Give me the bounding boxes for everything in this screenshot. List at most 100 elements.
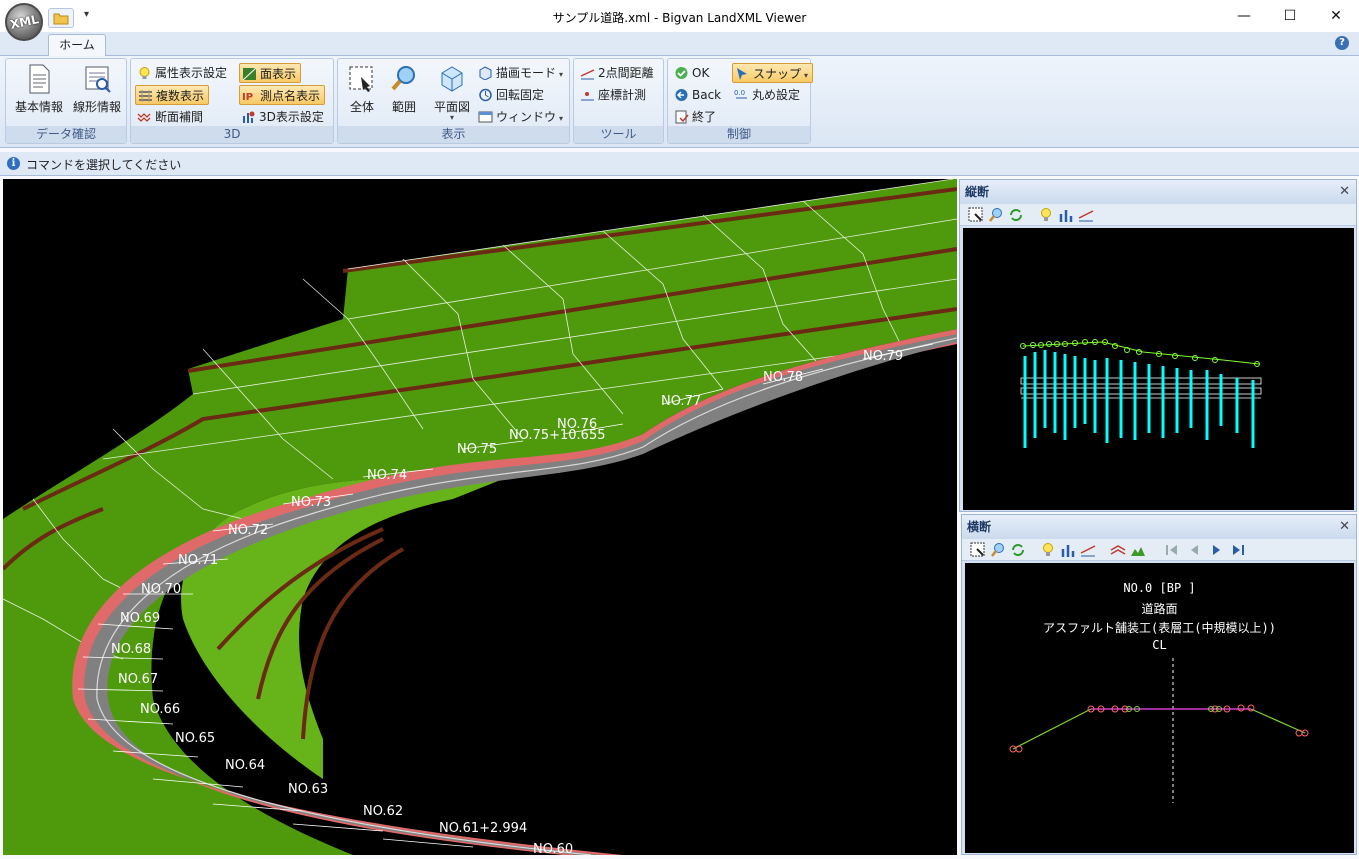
zoom-all-icon[interactable] [970, 542, 986, 558]
profile-pane-title: 縦断 ✕ [960, 180, 1356, 204]
distance-icon[interactable] [1080, 542, 1096, 558]
station-label: NO.78 [763, 370, 803, 385]
section-layers-icon[interactable] [1110, 542, 1126, 558]
station-label: NO.73 [291, 495, 331, 510]
ribbon-tab-row: ホーム ? [0, 32, 1359, 57]
snap-cursor-icon [737, 68, 747, 80]
attr-display-settings-button[interactable]: 属性表示設定 [135, 63, 231, 83]
first-icon[interactable] [1164, 542, 1180, 558]
plan-view-button[interactable]: 平面図 ▾ [430, 63, 474, 122]
group-3d-label: 3D [131, 126, 333, 143]
point-name-display-button[interactable]: IP 測点名表示 [239, 85, 326, 105]
zoom-all-icon[interactable] [968, 207, 984, 223]
refresh-icon[interactable] [1010, 542, 1026, 558]
station-label: NO.72 [228, 523, 268, 538]
help-icon[interactable]: ? [1335, 36, 1349, 50]
display3d-settings-label: 3D表示設定 [259, 110, 324, 124]
prev-icon[interactable] [1186, 542, 1202, 558]
back-button[interactable]: Back [672, 85, 725, 105]
station-label: NO.60 [533, 842, 573, 855]
station-label: NO.71 [178, 553, 218, 568]
profile-toolbar [960, 204, 1356, 226]
two-point-distance-button[interactable]: 2点間距離 [578, 63, 658, 83]
rounding-settings-button[interactable]: 0.0 丸め設定 [732, 85, 804, 105]
range-button[interactable]: 範囲 [384, 63, 424, 115]
road-3d-model: NO.79 NO.78 NO.77 NO.76 NO.75+10.655 NO.… [3, 179, 957, 855]
station-label: NO.61+2.994 [439, 821, 527, 836]
distance-icon[interactable] [1078, 207, 1094, 223]
station-label: NO.64 [225, 758, 265, 773]
rotation-fix-button[interactable]: 回転固定 [476, 85, 548, 105]
station-label: NO.68 [111, 642, 151, 657]
back-arrow-icon [675, 89, 688, 101]
window-button[interactable]: ウィンドウ ▾ [476, 107, 567, 127]
lightbulb-icon[interactable] [1038, 207, 1054, 223]
refresh-icon[interactable] [1008, 207, 1024, 223]
multi-display-label: 複数表示 [156, 89, 205, 103]
end-button[interactable]: 終了 [672, 107, 720, 127]
snap-dropdown-icon: ▾ [804, 71, 809, 80]
section-interp-icon [137, 113, 151, 122]
terrain-icon[interactable] [1130, 542, 1146, 558]
section-interp-button[interactable]: 断面補間 [135, 107, 207, 127]
station-label: NO.79 [863, 349, 903, 364]
lightbulb-icon [139, 67, 150, 79]
station-label: NO.75 [457, 442, 497, 457]
magnifier-icon[interactable] [990, 542, 1006, 558]
station-label: NO.67 [118, 672, 158, 687]
alignment-info-button[interactable]: 線形情報 [68, 63, 126, 115]
tab-home[interactable]: ホーム [48, 34, 106, 57]
basic-info-button[interactable]: 基本情報 [10, 63, 68, 115]
back-label: Back [692, 88, 722, 102]
group-tools: 2点間距離 座標計測 ツール [573, 58, 664, 144]
settings-icon[interactable] [1060, 542, 1076, 558]
profile-drawing [1020, 339, 1262, 448]
settings-3d-icon [243, 111, 255, 123]
coord-measure-button[interactable]: 座標計測 [578, 85, 650, 105]
cube-icon [441, 66, 463, 92]
ground-line-left [1012, 708, 1092, 750]
application-menu-button[interactable]: XML [5, 3, 43, 41]
lightbulb-icon[interactable] [1040, 542, 1056, 558]
exit-icon [675, 110, 689, 124]
two-point-distance-label: 2点間距離 [598, 66, 654, 80]
cross-section-pane-close-button[interactable]: ✕ [1339, 515, 1350, 539]
group-data: 基本情報 線形情報 データ確認 [5, 58, 127, 144]
magnifier-icon[interactable] [988, 207, 1004, 223]
point-name-display-label: 測点名表示 [260, 89, 321, 103]
all-button[interactable]: 全体 [342, 63, 382, 115]
cross-section-toolbar [962, 539, 1356, 561]
next-icon[interactable] [1208, 542, 1224, 558]
cross-section-canvas[interactable]: NO.0 [BP ] 道路面 アスファルト舗装工(表層工(中規模以上)) CL [965, 563, 1354, 853]
maximize-button[interactable]: ☐ [1267, 0, 1313, 32]
ok-button[interactable]: OK [672, 63, 713, 83]
ribbon: 基本情報 線形情報 データ確認 属性表示設定 複数表示 断面補間 面表示 IP … [0, 56, 1359, 148]
face-display-button[interactable]: 面表示 [239, 63, 302, 83]
draw-mode-button[interactable]: 描画モード ▾ [476, 63, 567, 83]
last-icon[interactable] [1230, 542, 1246, 558]
face-display-label: 面表示 [260, 67, 297, 81]
coordinate-icon [581, 92, 594, 101]
profile-pane-close-button[interactable]: ✕ [1339, 180, 1350, 204]
command-status-bar: i コマンドを選択してください [0, 152, 1359, 176]
app-logo-text: XML [8, 12, 40, 32]
window-dropdown-icon: ▾ [559, 114, 564, 123]
rounding-icon: 0.0 [734, 89, 747, 99]
settings-icon[interactable] [1058, 207, 1074, 223]
display3d-settings-button[interactable]: 3D表示設定 [239, 107, 328, 127]
profile-canvas[interactable] [963, 228, 1354, 510]
group-display: 全体 範囲 平面図 ▾ 描画モード ▾ 回転固定 ウィンドウ ▾ 表示 [337, 58, 570, 144]
profile-pane: 縦断 ✕ [959, 179, 1357, 512]
viewport-3d[interactable]: NO.79 NO.78 NO.77 NO.76 NO.75+10.655 NO.… [3, 179, 957, 855]
all-label: 全体 [349, 100, 374, 114]
close-button[interactable]: ✕ [1313, 0, 1359, 32]
cross-section-pane-title: 横断 ✕ [962, 515, 1356, 539]
svg-text:0.0: 0.0 [734, 89, 745, 97]
snap-button[interactable]: スナップ ▾ [732, 63, 814, 83]
zoom-all-icon [349, 66, 373, 92]
minimize-button[interactable]: — [1221, 0, 1267, 32]
multi-display-button[interactable]: 複数表示 [135, 85, 210, 105]
station-label: NO.63 [288, 782, 328, 797]
range-label: 範囲 [391, 100, 416, 114]
app-window: ▾ サンプル道路.xml - Bigvan LandXML Viewer — ☐… [0, 0, 1359, 859]
